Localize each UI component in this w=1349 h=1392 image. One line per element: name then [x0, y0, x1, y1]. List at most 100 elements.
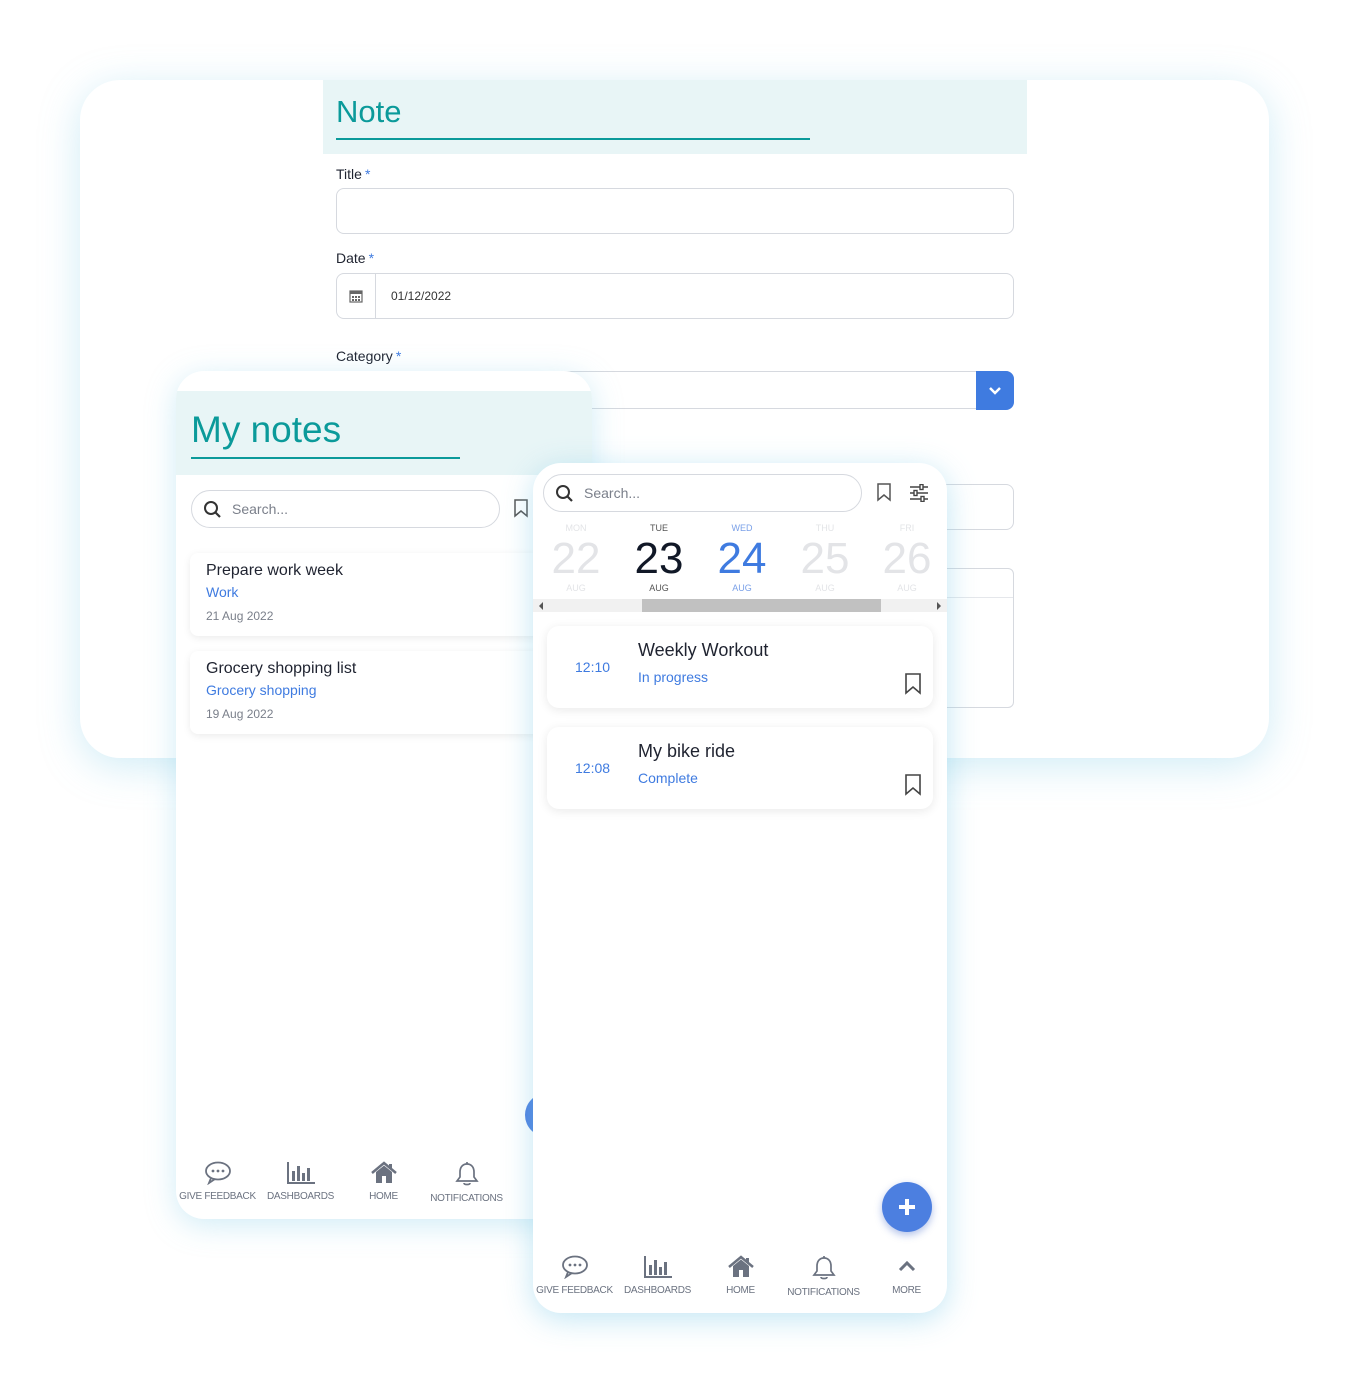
nav-label: MORE — [892, 1285, 921, 1296]
home-icon — [370, 1161, 397, 1183]
scrollbar-thumb[interactable] — [642, 599, 881, 612]
nav-dashboards[interactable]: DASHBOARDS — [259, 1161, 342, 1204]
nav-label: HOME — [369, 1191, 398, 1202]
day-fri[interactable]: FRI 26 AUG — [872, 523, 942, 593]
nav-notifications[interactable]: NOTIFICATIONS — [782, 1255, 865, 1298]
scroll-left-arrow-icon[interactable] — [539, 602, 543, 610]
nav-notifications[interactable]: NOTIFICATIONS — [425, 1161, 508, 1204]
date-field[interactable]: 01/12/2022 — [336, 273, 1014, 319]
day-mon[interactable]: MON 22 AUG — [541, 523, 611, 593]
note-date: 19 Aug 2022 — [206, 707, 274, 721]
title-underline — [336, 138, 810, 140]
calendar-panel: Search... MON 22 AUG TUE 23 AUG WED 24 A… — [533, 463, 947, 1313]
horizontal-scrollbar[interactable] — [533, 599, 947, 612]
nav-label: DASHBOARDS — [266, 1191, 334, 1202]
add-button[interactable] — [882, 1182, 932, 1232]
dropdown-button[interactable] — [976, 371, 1014, 410]
bell-icon — [454, 1162, 479, 1186]
date-value: 01/12/2022 — [391, 289, 452, 303]
chat-icon — [561, 1255, 588, 1279]
title-input[interactable] — [336, 188, 1014, 234]
date-label-text: Date — [336, 250, 366, 266]
nav-label: HOME — [726, 1285, 755, 1296]
home-icon — [727, 1255, 754, 1277]
required-mark: * — [368, 250, 375, 266]
day-number: 22 — [551, 534, 601, 583]
title-label: Title * — [336, 166, 370, 182]
activity-card[interactable]: 12:10 Weekly Workout In progress — [547, 626, 933, 708]
activity-title: Weekly Workout — [638, 640, 769, 660]
activity-card[interactable]: 12:08 My bike ride Complete — [547, 727, 933, 809]
activity-status: In progress — [638, 669, 709, 685]
note-category: Grocery shopping — [206, 682, 317, 698]
nav-label: NOTIFICATIONS — [430, 1193, 503, 1204]
bottom-nav: GIVE FEEDBACK DASHBOARDS HOME NOTIFICATI… — [533, 1255, 947, 1298]
day-number: 26 — [882, 534, 932, 583]
required-mark: * — [364, 166, 371, 182]
day-month: AUG — [566, 583, 586, 593]
notes-header: My notes — [176, 391, 592, 475]
scroll-right-arrow-icon[interactable] — [937, 602, 941, 610]
search-icon — [204, 501, 221, 518]
required-mark: * — [395, 348, 402, 364]
category-label: Category * — [336, 348, 401, 364]
filter-sliders-icon[interactable] — [909, 484, 929, 502]
bottom-nav: GIVE FEEDBACK DASHBOARDS HOME NOTIFICATI… — [176, 1161, 508, 1204]
nav-give-feedback[interactable]: GIVE FEEDBACK — [176, 1161, 259, 1204]
page-title: My notes — [191, 409, 342, 450]
bookmark-icon[interactable] — [904, 774, 922, 796]
note-title: Grocery shopping list — [206, 660, 357, 677]
plus-icon — [899, 1199, 915, 1215]
nav-more[interactable]: MORE — [865, 1255, 947, 1298]
day-month: AUG — [732, 583, 752, 593]
nav-label: DASHBOARDS — [623, 1285, 691, 1296]
day-month: AUG — [815, 583, 835, 593]
category-label-text: Category — [336, 348, 393, 364]
day-thu[interactable]: THU 25 AUG — [790, 523, 860, 593]
chevron-up-icon — [898, 1260, 915, 1272]
day-month: AUG — [649, 583, 669, 593]
bookmark-icon[interactable] — [513, 499, 529, 518]
day-tue[interactable]: TUE 23 AUG — [624, 523, 694, 593]
list-item[interactable]: Prepare work week Work 21 Aug 2022 — [190, 553, 570, 636]
page-title: Note — [336, 94, 402, 129]
bar-chart-icon — [643, 1256, 672, 1278]
bell-icon — [811, 1256, 836, 1280]
day-number: 24 — [717, 534, 767, 583]
day-month: AUG — [897, 583, 917, 593]
day-number: 25 — [800, 534, 850, 583]
title-label-text: Title — [336, 166, 362, 182]
my-notes-panel: My notes Search... Prepare work week Wor… — [176, 371, 592, 1219]
title-underline — [191, 457, 460, 459]
list-item[interactable]: Grocery shopping list Grocery shopping 1… — [190, 651, 570, 734]
bookmark-icon[interactable] — [876, 483, 892, 502]
day-wed[interactable]: WED 24 AUG — [707, 523, 777, 593]
search-input[interactable]: Search... — [191, 490, 500, 528]
activity-time: 12:10 — [575, 659, 611, 675]
nav-give-feedback[interactable]: GIVE FEEDBACK — [533, 1255, 616, 1298]
chevron-down-icon — [989, 386, 1001, 395]
activity-time: 12:08 — [575, 760, 611, 776]
search-placeholder: Search... — [584, 485, 641, 501]
nav-dashboards[interactable]: DASHBOARDS — [616, 1255, 699, 1298]
note-date: 21 Aug 2022 — [206, 609, 274, 623]
bookmark-icon[interactable] — [904, 673, 922, 695]
search-input[interactable]: Search... — [543, 474, 862, 512]
day-strip: MON 22 AUG TUE 23 AUG WED 24 AUG THU 25 … — [533, 523, 947, 599]
activity-status: Complete — [638, 770, 698, 786]
note-title: Prepare work week — [206, 562, 343, 579]
search-placeholder: Search... — [232, 501, 289, 517]
search-icon — [556, 485, 573, 502]
nav-label: GIVE FEEDBACK — [179, 1191, 256, 1202]
date-label: Date * — [336, 250, 374, 266]
calendar-icon[interactable] — [337, 274, 376, 318]
nav-home[interactable]: HOME — [699, 1255, 782, 1298]
bar-chart-icon — [286, 1162, 315, 1184]
nav-home[interactable]: HOME — [342, 1161, 425, 1204]
nav-label: GIVE FEEDBACK — [536, 1285, 613, 1296]
day-number: 23 — [634, 534, 684, 583]
activity-title: My bike ride — [638, 741, 736, 761]
note-category: Work — [206, 584, 239, 600]
note-header: Note — [323, 80, 1027, 154]
chat-icon — [204, 1161, 231, 1185]
